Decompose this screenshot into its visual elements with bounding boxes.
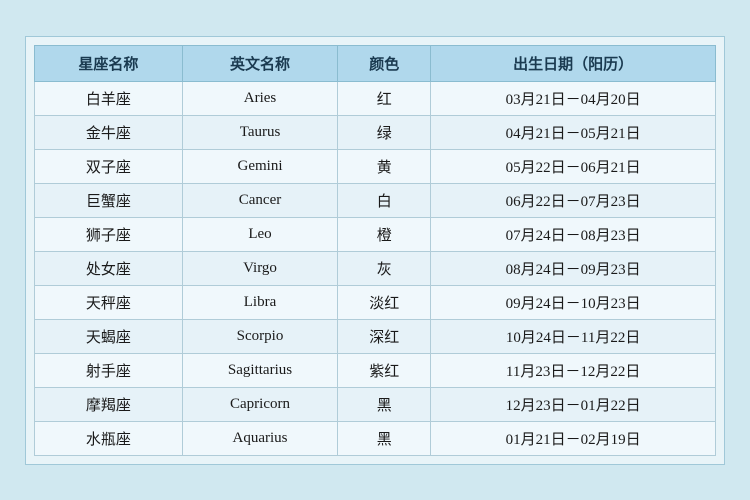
cell-chinese: 巨蟹座 xyxy=(35,183,183,217)
cell-color: 紫红 xyxy=(338,353,431,387)
cell-english: Gemini xyxy=(182,149,337,183)
table-row: 白羊座Aries红03月21日－04月20日 xyxy=(35,81,716,115)
table-row: 双子座Gemini黄05月22日－06月21日 xyxy=(35,149,716,183)
cell-color: 黄 xyxy=(338,149,431,183)
zodiac-table: 星座名称 英文名称 颜色 出生日期（阳历） 白羊座Aries红03月21日－04… xyxy=(34,45,716,456)
cell-english: Cancer xyxy=(182,183,337,217)
cell-chinese: 天秤座 xyxy=(35,285,183,319)
cell-chinese: 白羊座 xyxy=(35,81,183,115)
table-row: 摩羯座Capricorn黑12月23日－01月22日 xyxy=(35,387,716,421)
cell-english: Scorpio xyxy=(182,319,337,353)
table-row: 天蝎座Scorpio深红10月24日－11月22日 xyxy=(35,319,716,353)
cell-dates: 01月21日－02月19日 xyxy=(431,421,716,455)
cell-english: Virgo xyxy=(182,251,337,285)
table-row: 巨蟹座Cancer白06月22日－07月23日 xyxy=(35,183,716,217)
table-row: 射手座Sagittarius紫红11月23日－12月22日 xyxy=(35,353,716,387)
cell-chinese: 处女座 xyxy=(35,251,183,285)
cell-chinese: 天蝎座 xyxy=(35,319,183,353)
table-row: 天秤座Libra淡红09月24日－10月23日 xyxy=(35,285,716,319)
cell-dates: 08月24日－09月23日 xyxy=(431,251,716,285)
cell-chinese: 金牛座 xyxy=(35,115,183,149)
table-row: 处女座Virgo灰08月24日－09月23日 xyxy=(35,251,716,285)
cell-color: 绿 xyxy=(338,115,431,149)
cell-chinese: 双子座 xyxy=(35,149,183,183)
cell-dates: 11月23日－12月22日 xyxy=(431,353,716,387)
cell-english: Leo xyxy=(182,217,337,251)
col-header-dates: 出生日期（阳历） xyxy=(431,45,716,81)
cell-color: 黑 xyxy=(338,421,431,455)
cell-english: Libra xyxy=(182,285,337,319)
cell-dates: 07月24日－08月23日 xyxy=(431,217,716,251)
cell-english: Aquarius xyxy=(182,421,337,455)
cell-chinese: 狮子座 xyxy=(35,217,183,251)
table-body: 白羊座Aries红03月21日－04月20日金牛座Taurus绿04月21日－0… xyxy=(35,81,716,455)
cell-dates: 06月22日－07月23日 xyxy=(431,183,716,217)
cell-dates: 12月23日－01月22日 xyxy=(431,387,716,421)
col-header-color: 颜色 xyxy=(338,45,431,81)
cell-chinese: 水瓶座 xyxy=(35,421,183,455)
cell-dates: 04月21日－05月21日 xyxy=(431,115,716,149)
cell-english: Aries xyxy=(182,81,337,115)
cell-color: 深红 xyxy=(338,319,431,353)
cell-color: 淡红 xyxy=(338,285,431,319)
cell-chinese: 射手座 xyxy=(35,353,183,387)
cell-color: 黑 xyxy=(338,387,431,421)
cell-english: Capricorn xyxy=(182,387,337,421)
col-header-chinese: 星座名称 xyxy=(35,45,183,81)
cell-chinese: 摩羯座 xyxy=(35,387,183,421)
cell-dates: 10月24日－11月22日 xyxy=(431,319,716,353)
cell-english: Taurus xyxy=(182,115,337,149)
cell-color: 灰 xyxy=(338,251,431,285)
cell-dates: 05月22日－06月21日 xyxy=(431,149,716,183)
cell-color: 红 xyxy=(338,81,431,115)
cell-english: Sagittarius xyxy=(182,353,337,387)
cell-color: 白 xyxy=(338,183,431,217)
cell-dates: 03月21日－04月20日 xyxy=(431,81,716,115)
col-header-english: 英文名称 xyxy=(182,45,337,81)
table-row: 金牛座Taurus绿04月21日－05月21日 xyxy=(35,115,716,149)
table-row: 水瓶座Aquarius黑01月21日－02月19日 xyxy=(35,421,716,455)
table-header-row: 星座名称 英文名称 颜色 出生日期（阳历） xyxy=(35,45,716,81)
cell-dates: 09月24日－10月23日 xyxy=(431,285,716,319)
zodiac-table-container: 星座名称 英文名称 颜色 出生日期（阳历） 白羊座Aries红03月21日－04… xyxy=(25,36,725,465)
cell-color: 橙 xyxy=(338,217,431,251)
table-row: 狮子座Leo橙07月24日－08月23日 xyxy=(35,217,716,251)
